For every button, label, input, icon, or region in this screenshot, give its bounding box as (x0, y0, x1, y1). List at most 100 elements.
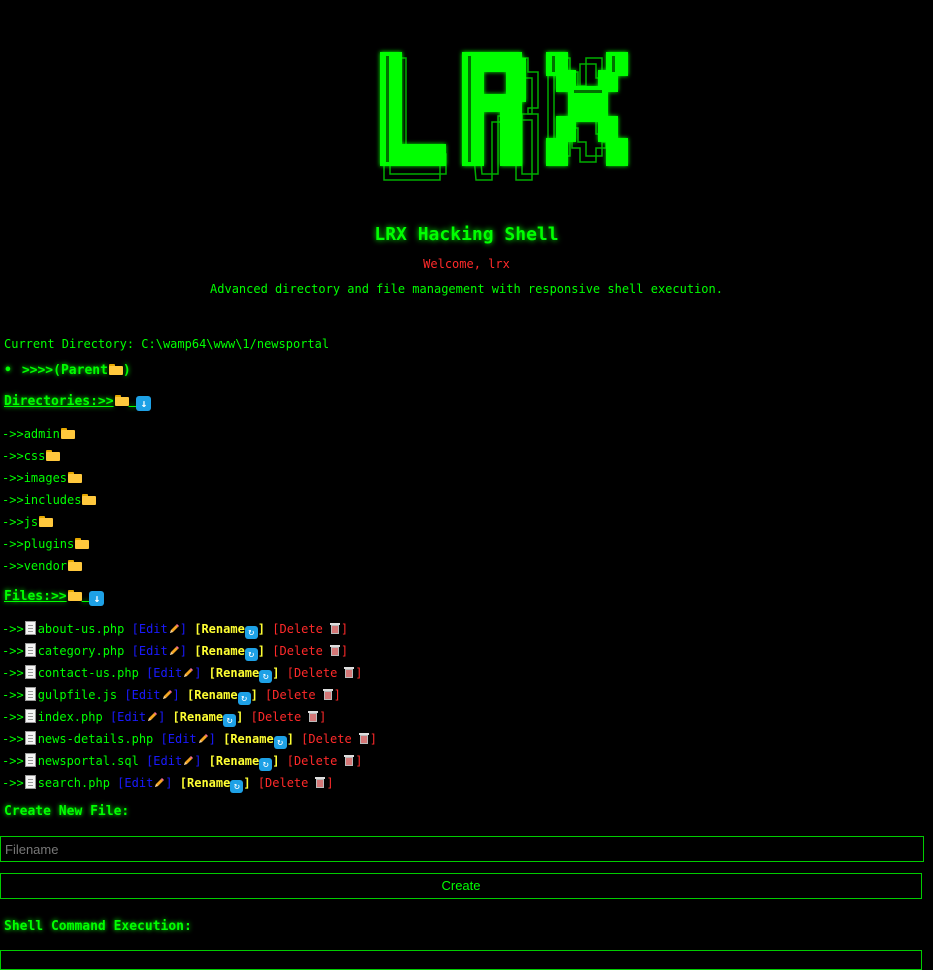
rename-link[interactable]: [Rename ↻] (172, 710, 244, 727)
refresh-icon: ↻ (273, 736, 287, 749)
shell-command-input[interactable] (0, 950, 922, 970)
directory-item-vendor[interactable]: ->>vendor (2, 557, 96, 579)
pencil-icon (146, 710, 158, 724)
rename-label: [Rename (194, 644, 245, 658)
rename-link[interactable]: [Rename ↻] (223, 732, 294, 749)
parent-link-label: >>>>(Parent (21, 363, 108, 378)
file-name[interactable]: category.php (38, 644, 125, 658)
bracket: ] (272, 666, 280, 680)
file-row: ->> contact-us.php [Edit] [Rename ↻] [Dele… (2, 664, 377, 686)
list-prefix: ->> (2, 515, 24, 529)
edit-label: [Edit (146, 666, 183, 680)
arrow-down-icon: ↓ (89, 591, 105, 606)
file-row: ->> news-details.php [Edit] [Rename ↻] [De… (2, 730, 377, 752)
edit-link[interactable]: [Edit] (124, 688, 179, 702)
file-row: ->> newsportal.sql [Edit] [Rename ↻] [Dele… (2, 752, 377, 774)
filename-input[interactable] (0, 836, 924, 862)
list-prefix: ->> (2, 754, 24, 768)
delete-link[interactable]: [Delete] (258, 776, 334, 790)
folder-icon (82, 494, 97, 505)
document-icon (24, 731, 36, 745)
file-name[interactable]: gulpfile.js (38, 688, 117, 702)
pencil-icon (182, 666, 194, 680)
rename-link[interactable]: [Rename ↻] (208, 666, 280, 683)
rename-link[interactable]: [Rename ↻] (194, 644, 266, 661)
delete-link[interactable]: [Delete] (287, 666, 363, 680)
bracket: ] (179, 622, 187, 636)
directory-item-css[interactable]: ->>css (2, 447, 96, 469)
bracket: ] (194, 666, 202, 680)
bracket: ] (286, 732, 294, 746)
directory-item-admin[interactable]: ->>admin (2, 425, 96, 447)
trash-icon (316, 688, 334, 702)
edit-link[interactable]: [Edit] (146, 754, 201, 768)
delete-link[interactable]: [Delete] (251, 710, 327, 724)
file-name[interactable]: index.php (38, 710, 103, 724)
delete-link[interactable]: [Delete] (265, 688, 341, 702)
trash-icon (301, 710, 319, 724)
trash-icon (337, 666, 355, 680)
rename-link[interactable]: [Rename ↻] (208, 754, 279, 771)
delete-link[interactable]: [Delete] (287, 754, 363, 768)
rename-label: [Rename (187, 688, 238, 702)
rename-link[interactable]: [Rename ↻] (194, 622, 266, 639)
bracket: ] (250, 688, 258, 702)
rename-link[interactable]: [Rename ↻] (180, 776, 251, 793)
refresh-icon: ↻ (237, 692, 251, 705)
edit-label: [Edit (131, 644, 168, 658)
directory-item-plugins[interactable]: ->>plugins (2, 535, 96, 557)
rename-label: [Rename (208, 754, 260, 768)
file-name[interactable]: about-us.php (38, 622, 125, 636)
list-prefix: ->> (2, 559, 24, 573)
lrx-logo (370, 44, 650, 189)
edit-link[interactable]: [Edit] (132, 622, 187, 636)
edit-label: [Edit (117, 776, 154, 790)
edit-link[interactable]: [Edit] (110, 710, 165, 724)
bracket: ] (257, 622, 266, 636)
list-prefix: ->> (2, 666, 24, 680)
directory-item-includes[interactable]: ->>includes (2, 491, 97, 513)
edit-link[interactable]: [Edit] (161, 732, 216, 746)
file-name[interactable]: search.php (38, 776, 110, 790)
trash-icon (323, 644, 341, 658)
directories-heading-label: Directories:>> (4, 394, 114, 409)
directory-item-js[interactable]: ->>js (2, 513, 96, 535)
trash-icon (337, 754, 355, 768)
files-heading[interactable]: Files:>> ↓ (4, 589, 105, 606)
rename-label: [Rename (172, 710, 224, 724)
list-prefix: ->> (2, 776, 24, 790)
file-name[interactable]: contact-us.php (38, 666, 139, 680)
rename-link[interactable]: [Rename ↻] (187, 688, 258, 705)
edit-label: [Edit (146, 754, 183, 768)
delete-link[interactable]: [Delete] (272, 644, 348, 658)
file-row: ->> search.php [Edit] [Rename ↻] [Delete] (2, 774, 377, 796)
directories-heading[interactable]: Directories:>> ↓ (4, 394, 152, 411)
rename-label: [Rename (208, 666, 260, 680)
bracket: ] (355, 666, 363, 680)
delete-label: [Delete (286, 666, 338, 680)
folder-icon (67, 590, 82, 601)
list-prefix: ->> (2, 493, 24, 507)
directory-item-images[interactable]: ->>images (2, 469, 96, 491)
file-name[interactable]: newsportal.sql (38, 754, 139, 768)
delete-link[interactable]: [Delete] (301, 732, 377, 746)
edit-link[interactable]: [Edit] (146, 666, 201, 680)
pencil-icon (153, 776, 165, 790)
edit-link[interactable]: [Edit] (117, 776, 172, 790)
bracket: ] (236, 710, 244, 724)
pencil-icon (182, 754, 194, 768)
parent-directory-link[interactable]: • >>>>(Parent) (4, 363, 131, 378)
bracket: ] (179, 644, 187, 658)
edit-link[interactable]: [Edit] (132, 644, 187, 658)
tagline: Advanced directory and file management w… (210, 282, 723, 296)
arrow-down-icon: ↓ (136, 396, 152, 411)
delete-link[interactable]: [Delete] (272, 622, 348, 636)
bracket: ] (257, 644, 266, 658)
create-button[interactable]: Create (0, 873, 922, 899)
file-name[interactable]: news-details.php (38, 732, 154, 746)
trash-icon (323, 622, 341, 636)
rename-label: [Rename (223, 732, 274, 746)
bracket: ] (194, 754, 202, 768)
refresh-icon: ↻ (244, 648, 258, 661)
delete-label: [Delete (286, 754, 338, 768)
